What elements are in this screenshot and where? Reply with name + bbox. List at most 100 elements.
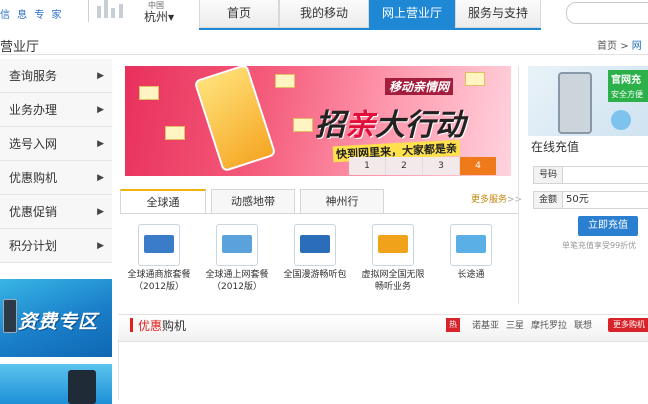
tab-gotone[interactable]: 全球通: [120, 189, 206, 213]
side-banner-secondary[interactable]: [0, 364, 112, 404]
virtual-net-icon: [372, 224, 414, 266]
chevron-right-icon: ▶: [97, 207, 104, 217]
chevron-right-icon: ▶: [97, 71, 104, 81]
promo-title-b: 购机: [162, 319, 187, 333]
sidebar-item-label: 优惠购机: [9, 171, 58, 185]
carousel-page-1[interactable]: 1: [349, 157, 386, 175]
service-item[interactable]: 全球通上网套餐 （2012版）: [198, 224, 276, 293]
sidebar-item-query[interactable]: 查询服务 ▶: [0, 59, 112, 93]
phone-number-field[interactable]: 号码: [533, 166, 648, 184]
hero-title: 招亲大行动: [315, 100, 465, 144]
service-label: 全球通上网套餐: [205, 270, 269, 280]
divider: [518, 66, 519, 304]
service-item[interactable]: 长途通: [432, 224, 510, 293]
globe-net-icon: [216, 224, 258, 266]
service-list: 全球通商旅套餐 （2012版） 全球通上网套餐 （2012版） 全国漫游畅听包 …: [120, 224, 510, 293]
hero-title-b: 亲: [345, 108, 375, 143]
service-label: 全球通商旅套餐: [127, 270, 191, 280]
divider: [0, 54, 648, 55]
tab-online-hall[interactable]: 网上营业厅: [369, 0, 455, 28]
sidebar-item-business[interactable]: 业务办理 ▶: [0, 93, 112, 127]
recharge-button[interactable]: 立即充值: [578, 216, 638, 236]
more-services-link[interactable]: 更多服务>>: [471, 192, 522, 205]
tab-m-zone[interactable]: 动感地带: [211, 189, 295, 213]
promo-content: [118, 340, 648, 400]
tab-easyown[interactable]: 神州行: [300, 189, 384, 213]
service-item[interactable]: 全球通商旅套餐 （2012版）: [120, 224, 198, 293]
chevron-right-icon: ▶: [97, 173, 104, 183]
carousel-page-4[interactable]: 4: [460, 157, 497, 175]
section-marker: [130, 318, 133, 332]
amount-select[interactable]: 金额 50元: [533, 191, 648, 209]
chevron-right-icon: ▶: [97, 139, 104, 149]
tab-home[interactable]: 首页: [199, 0, 279, 28]
phone-icon: [193, 66, 277, 173]
sidebar-item-label: 业务办理: [9, 103, 58, 117]
card-icon: [275, 74, 295, 88]
breadcrumb-current: 网: [631, 41, 642, 52]
page-title: 营业厅: [0, 40, 40, 55]
caret-down-icon: ▼: [168, 13, 175, 22]
mobile-logo-icon: [611, 110, 631, 130]
card-icon: [465, 72, 485, 86]
hero-title-c: 大行动: [375, 108, 465, 143]
sidebar-item-label: 查询服务: [9, 69, 58, 83]
sidebar-item-buy-phone[interactable]: 优惠购机 ▶: [0, 161, 112, 195]
service-label: 虚拟网全国无限: [361, 270, 425, 280]
tab-my-mobile[interactable]: 我的移动: [279, 0, 369, 28]
service-label-sub: （2012版）: [212, 282, 262, 292]
double-chevron-icon: >>: [507, 195, 523, 205]
carousel-page-2[interactable]: 2: [386, 157, 423, 175]
sidebar-item-points[interactable]: 积分计划 ▶: [0, 229, 112, 263]
more-phones-button[interactable]: 更多购机: [608, 318, 648, 332]
sidebar-item-select-number[interactable]: 选号入网 ▶: [0, 127, 112, 161]
amount-label: 金额: [534, 192, 563, 208]
brand-links: 诺基亚 三星 摩托罗拉 联想: [472, 318, 599, 331]
tariff-zone-banner[interactable]: 资费专区: [0, 279, 112, 357]
service-item[interactable]: 全国漫游畅听包: [276, 224, 354, 293]
tab-service-support[interactable]: 服务与支持: [455, 0, 541, 28]
recharge-note: 单笔充值享受99折优: [562, 241, 637, 250]
service-label: 长途通: [457, 270, 485, 280]
search-input[interactable]: [566, 2, 648, 24]
amount-value: 50元: [566, 194, 589, 205]
chevron-right-icon: ▶: [97, 105, 104, 115]
recharge-title: 在线充值: [531, 140, 580, 154]
card-icon: [165, 126, 185, 140]
brand-tabs: 全球通 动感地带 神州行: [120, 189, 389, 213]
tariff-zone-text: 资费专区: [18, 311, 99, 333]
brand-link-lenovo[interactable]: 联想: [574, 318, 592, 331]
brand-link-nokia[interactable]: 诺基亚: [472, 318, 499, 331]
card-icon: [293, 118, 313, 132]
phone-icon: [68, 370, 96, 404]
carousel-pager: 1 2 3 4: [349, 157, 497, 175]
recharge-banner[interactable]: 官网充值 安全方便: [528, 66, 648, 136]
roaming-icon: [294, 224, 336, 266]
breadcrumb: 首页 > 网: [597, 37, 642, 52]
phone-icon: [558, 72, 592, 134]
city-selector[interactable]: 杭州▼: [144, 8, 174, 25]
sidebar: 查询服务 ▶ 业务办理 ▶ 选号入网 ▶ 优惠购机 ▶ 优惠促销 ▶ 积分计划 ▶: [0, 59, 112, 263]
hero-title-a: 招: [315, 108, 345, 143]
chevron-right-icon: ▶: [97, 241, 104, 251]
service-label-sub: 畅听业务: [374, 282, 411, 292]
carousel-page-3[interactable]: 3: [423, 157, 460, 175]
promo-title-a: 优惠: [138, 319, 163, 333]
brand-link-samsung[interactable]: 三星: [506, 318, 524, 331]
service-label: 全国漫游畅听包: [283, 270, 347, 280]
sidebar-item-promotions[interactable]: 优惠促销 ▶: [0, 195, 112, 229]
service-item[interactable]: 虚拟网全国无限 畅听业务: [354, 224, 432, 293]
divider: [120, 213, 518, 214]
logo[interactable]: 信 息 专 家: [0, 0, 135, 32]
breadcrumb-separator: >: [620, 41, 629, 52]
brand-link-motorola[interactable]: 摩托罗拉: [531, 318, 567, 331]
breadcrumb-home[interactable]: 首页: [597, 41, 617, 52]
service-label-sub: （2012版）: [134, 282, 184, 292]
recharge-banner-tag-sub: 安全方便: [608, 88, 646, 101]
sidebar-item-label: 积分计划: [9, 239, 58, 253]
card-icon: [139, 86, 159, 100]
building-icon: [88, 0, 135, 22]
logo-text: 信 息 专 家: [0, 10, 64, 21]
sidebar-item-label: 选号入网: [9, 137, 58, 151]
promo-title: 优惠购机: [138, 317, 186, 334]
